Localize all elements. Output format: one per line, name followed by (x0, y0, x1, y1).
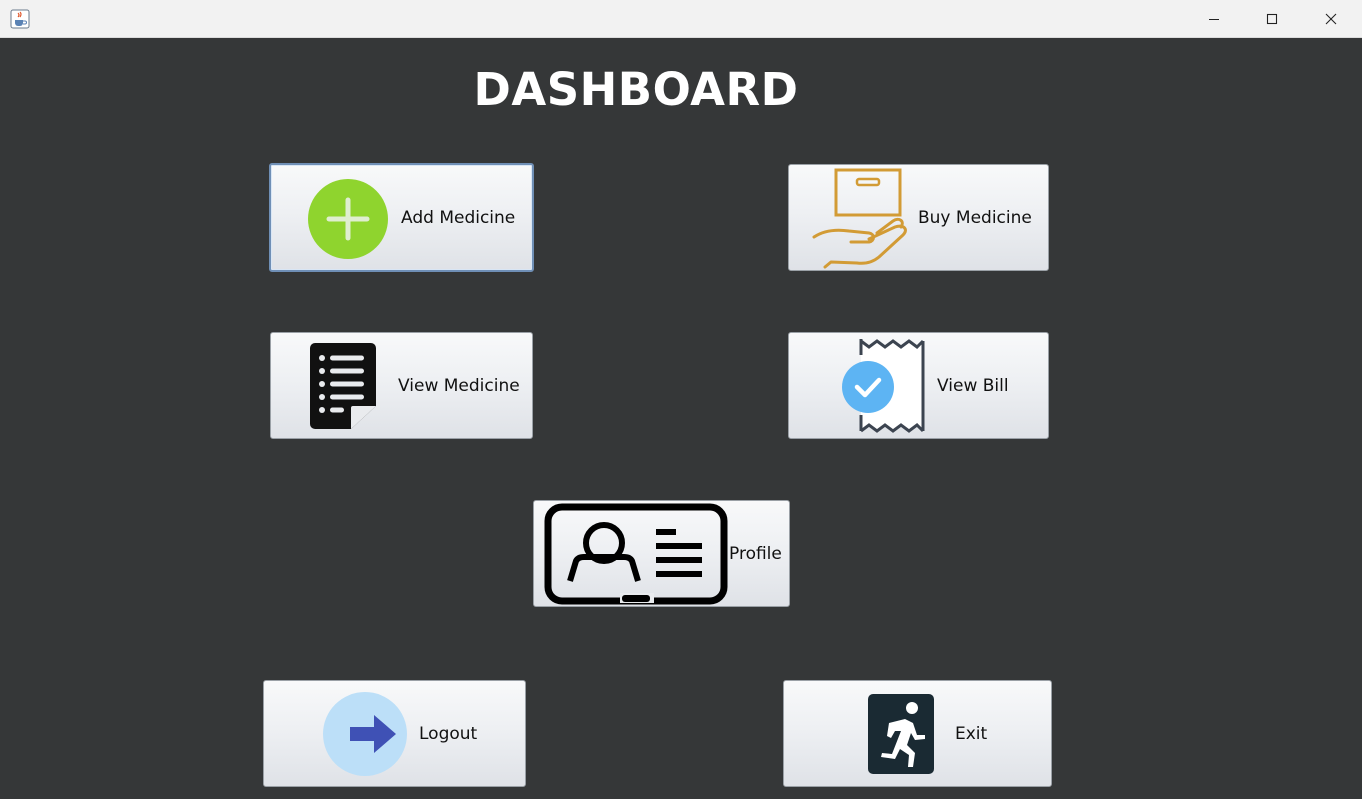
java-cup-icon (10, 9, 30, 29)
plus-circle-icon (308, 179, 388, 259)
logout-button[interactable]: Logout (263, 680, 526, 787)
profile-button[interactable]: Profile (533, 500, 790, 607)
view-bill-button[interactable]: View Bill (788, 332, 1049, 439)
minimize-icon (1209, 18, 1219, 20)
receipt-check-icon (842, 339, 925, 433)
page-title: DASHBOARD (473, 63, 799, 116)
maximize-button[interactable] (1243, 0, 1301, 37)
view-medicine-button[interactable]: View Medicine (270, 332, 533, 439)
hand-box-icon (812, 168, 907, 269)
add-medicine-label: Add Medicine (401, 207, 516, 228)
dashboard-panel: DASHBOARD Add Medicine Buy Medicine View… (0, 38, 1362, 799)
id-card-icon (544, 503, 728, 605)
close-icon (1325, 13, 1337, 24)
maximize-icon (1266, 13, 1278, 24)
window-titlebar[interactable] (0, 0, 1362, 38)
app-window: DASHBOARD Add Medicine Buy Medicine View… (0, 0, 1362, 799)
running-exit-icon (868, 694, 934, 774)
view-bill-label: View Bill (937, 375, 1009, 396)
exit-label: Exit (955, 723, 988, 744)
logout-label: Logout (419, 723, 478, 744)
view-medicine-label: View Medicine (398, 375, 520, 396)
exit-button[interactable]: Exit (783, 680, 1052, 787)
document-list-icon (310, 343, 376, 429)
arrow-right-icon (323, 692, 407, 776)
close-button[interactable] (1302, 0, 1360, 37)
profile-label: Profile (729, 543, 782, 564)
buy-medicine-label: Buy Medicine (918, 207, 1032, 228)
add-medicine-button[interactable]: Add Medicine (269, 163, 534, 272)
minimize-button[interactable] (1185, 0, 1243, 37)
buy-medicine-button[interactable]: Buy Medicine (788, 164, 1049, 271)
